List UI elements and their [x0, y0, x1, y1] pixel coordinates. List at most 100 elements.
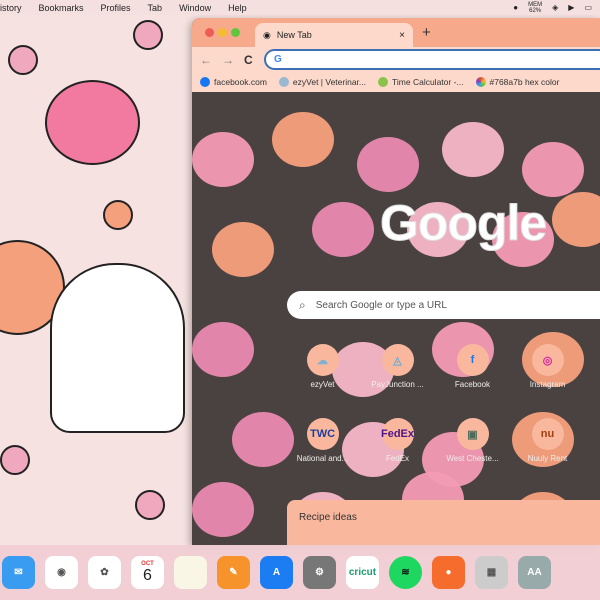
address-bar[interactable]: G [264, 49, 600, 70]
menu-help[interactable]: Help [228, 3, 247, 13]
app-icon: ✎ [229, 567, 238, 578]
bookmarks-bar: facebook.com ezyVet | Veterinar... Time … [192, 72, 600, 92]
shortcut-label: Instagram [529, 380, 566, 389]
dock-app-mail[interactable]: ✉ [2, 556, 35, 589]
bookmark-hex-color[interactable]: #768a7b hex color [475, 77, 560, 87]
new-tab-button[interactable]: + [422, 24, 431, 41]
dock-app-system-settings[interactable]: ⚙ [303, 556, 336, 589]
shortcut-tile[interactable]: f Facebook [435, 344, 510, 389]
dock-app-notes[interactable] [174, 556, 207, 589]
cloud-icon [278, 77, 289, 87]
bookmark-label: facebook.com [214, 77, 267, 87]
google-logo: Google [379, 195, 547, 252]
dock-app-pages[interactable]: ✎ [217, 556, 250, 589]
shortcut-tile[interactable]: ◬ PayJunction ... [360, 344, 435, 389]
grammarly-icon[interactable]: ● [513, 3, 518, 12]
shortcut-icon: FedEx [381, 418, 414, 450]
shortcut-icon: nu [531, 418, 564, 450]
search-box[interactable]: ⌕ Search Google or type a URL [287, 291, 600, 319]
shortcut-label: Facebook [454, 380, 491, 389]
dock-app-chrome[interactable]: ◉ [45, 556, 78, 589]
shortcut-label: PayJunction ... [371, 380, 424, 389]
dock-app-calculator[interactable]: ▦ [475, 556, 508, 589]
memory-status[interactable]: MEM 62% [528, 2, 542, 14]
shortcut-label: FedEx [385, 454, 410, 463]
recipe-ideas-card[interactable]: Recipe ideas [287, 500, 600, 545]
menu-bookmarks[interactable]: Bookmarks [39, 3, 84, 13]
bookmark-label: ezyVet | Veterinar... [292, 77, 367, 87]
app-icon: cricut [348, 567, 377, 578]
dock-app-app-store[interactable]: A [260, 556, 293, 589]
pumpkin-decoration [272, 112, 334, 167]
app-icon: AA [527, 567, 542, 578]
app-icon: ● [445, 567, 452, 578]
shortcut-tile[interactable]: ◎ Instagram [510, 344, 585, 389]
extension-icon[interactable]: ◈ [552, 3, 558, 12]
dock-app-calendar[interactable]: OCT 6 [131, 556, 164, 589]
tab-bar: ◉ New Tab × + [192, 18, 600, 47]
dock-app-spotify[interactable]: ≋ [389, 556, 422, 589]
pumpkin-decoration [45, 80, 140, 165]
bookmark-ezyvet[interactable]: ezyVet | Veterinar... [278, 77, 367, 87]
app-icon: ◉ [57, 567, 66, 578]
dock-app-origin[interactable]: ● [432, 556, 465, 589]
dock-app-photos[interactable]: ✿ [88, 556, 121, 589]
app-icon: ✿ [100, 567, 109, 578]
shortcut-label: National and... [296, 454, 349, 463]
battery-icon[interactable]: ▭ [584, 3, 592, 12]
shortcut-icon: ☁ [306, 344, 339, 376]
menu-history[interactable]: istory [0, 3, 22, 13]
search-placeholder: Search Google or type a URL [315, 299, 447, 311]
shortcut-label: ezyVet [310, 380, 335, 389]
back-button[interactable]: ← [200, 53, 212, 67]
shortcut-label: West Cheste... [446, 454, 499, 463]
flower-decoration [8, 45, 38, 75]
mem-value: 62% [529, 7, 542, 14]
tab-new-tab[interactable]: ◉ New Tab × [255, 23, 413, 47]
menu-profiles[interactable]: Profiles [101, 3, 131, 13]
pumpkin-decoration [357, 137, 419, 192]
facebook-icon [200, 77, 210, 87]
forward-button[interactable]: → [222, 53, 234, 67]
dock-app-cricut[interactable]: cricut [346, 556, 379, 589]
dock-app-font-book[interactable]: AA [518, 556, 551, 589]
bookmark-label: #768a7b hex color [489, 77, 560, 87]
shortcut-label: Nuuly Rent [527, 454, 568, 463]
shortcut-icon: ◎ [531, 344, 564, 376]
shortcut-icon: TWC [306, 418, 339, 450]
pumpkin-decoration [212, 222, 274, 277]
app-icon: ⚙ [315, 567, 324, 578]
reload-button[interactable]: C [244, 53, 253, 67]
search-icon: ⌕ [299, 297, 306, 312]
pumpkin-decoration [192, 482, 254, 537]
shortcut-tile[interactable]: nu Nuuly Rent [510, 418, 585, 463]
calendar-day: 6 [143, 566, 152, 584]
minimize-window-button[interactable] [218, 28, 227, 37]
desktop-wallpaper [0, 15, 192, 545]
shortcut-tile[interactable]: ☁ ezyVet [285, 344, 360, 389]
bookmark-facebook[interactable]: facebook.com [200, 77, 267, 87]
google-icon: G [274, 54, 282, 65]
tab-title: New Tab [276, 30, 312, 40]
menu-window[interactable]: Window [179, 3, 211, 13]
flower-decoration [135, 490, 165, 520]
app-icon: ✉ [14, 567, 23, 578]
pumpkin-decoration [552, 192, 600, 247]
shortcut-tile[interactable]: ▣ West Cheste... [435, 418, 510, 463]
shortcut-tile[interactable]: TWC National and... [285, 418, 360, 463]
shortcut-tile[interactable]: FedEx FedEx [360, 418, 435, 463]
play-icon[interactable]: ▶ [568, 3, 574, 12]
new-tab-page: Google ⌕ Search Google or type a URL ☁ ez… [192, 92, 600, 545]
tab-close-button[interactable]: × [399, 30, 405, 41]
color-wheel-icon [475, 77, 486, 87]
shortcut-icon: f [456, 344, 489, 376]
menu-tab[interactable]: Tab [148, 3, 163, 13]
bookmark-time-calculator[interactable]: Time Calculator -... [378, 77, 464, 87]
zoom-window-button[interactable] [231, 28, 240, 37]
flower-decoration [103, 200, 133, 230]
close-window-button[interactable] [205, 28, 214, 37]
pumpkin-decoration [522, 142, 584, 197]
pumpkin-decoration [442, 122, 504, 177]
dock: ✉ ◉ ✿ OCT 6 ✎ A ⚙ cricut ≋ ● ▦ AA [0, 545, 600, 600]
browser-window: ◉ New Tab × + ← → C G facebook.com ezyVe… [192, 18, 600, 545]
